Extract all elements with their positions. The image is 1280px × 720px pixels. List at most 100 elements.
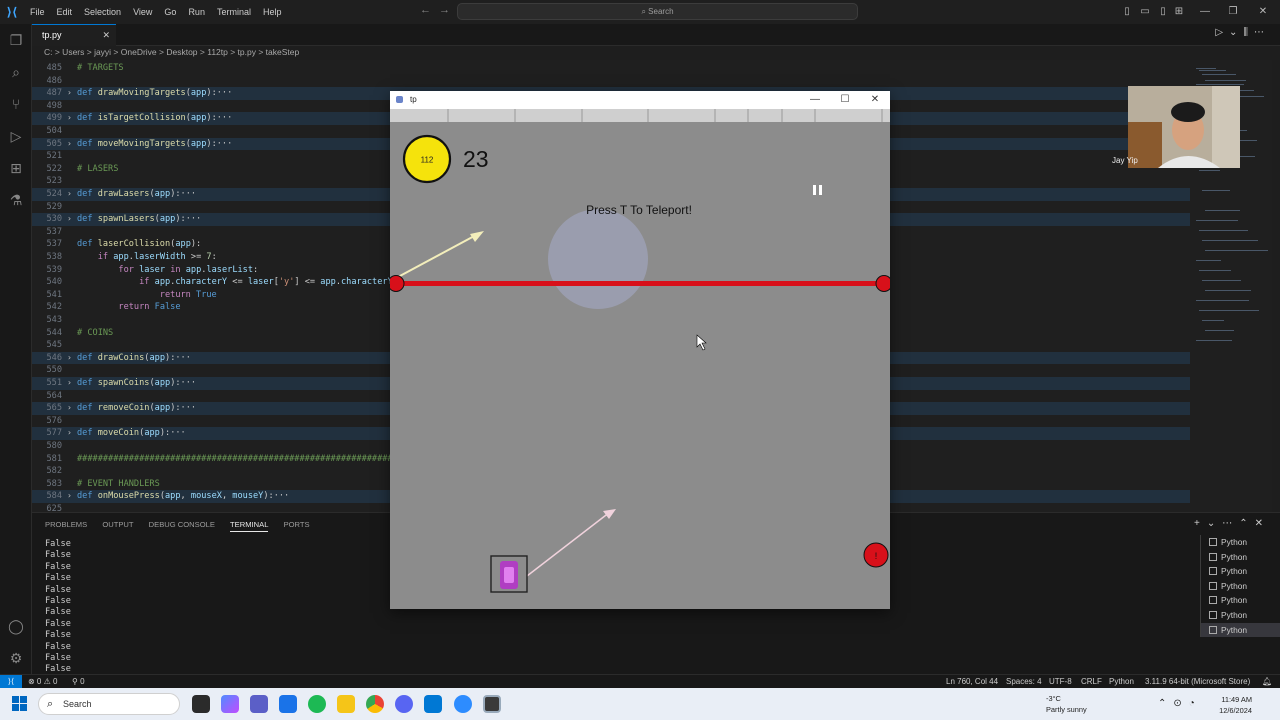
python-interpreter[interactable]: 3.11.9 64-bit (Microsoft Store)	[1145, 675, 1250, 688]
webcam-image	[1128, 86, 1240, 168]
run-debug-icon[interactable]: ▷	[6, 126, 26, 146]
tab-problems[interactable]: PROBLEMS	[45, 520, 87, 529]
discord-icon[interactable]	[395, 695, 413, 713]
minimap-line	[1202, 280, 1241, 281]
fold-chevron-icon[interactable]: ›	[67, 112, 72, 125]
zoom-icon[interactable]	[454, 695, 472, 713]
terminal-instance[interactable]: Python	[1200, 607, 1280, 623]
line-number: 521	[46, 151, 62, 162]
terminal-instance[interactable]: Python	[1200, 622, 1280, 638]
cursor-position[interactable]: Ln 760, Col 44	[946, 675, 998, 688]
chrome-icon[interactable]	[366, 695, 384, 713]
panel-action-icons[interactable]: +⌄⋯⌃✕	[1194, 518, 1270, 529]
close-icon[interactable]: ✕	[1250, 0, 1276, 24]
menu-help[interactable]: Help	[257, 7, 288, 17]
teams-icon[interactable]	[250, 695, 268, 713]
notifications-bell-icon[interactable]: 🔔︎	[1262, 675, 1272, 688]
terminal-icon	[1209, 625, 1217, 634]
menu-file[interactable]: File	[24, 7, 51, 17]
menu-view[interactable]: View	[127, 7, 158, 17]
menu-edit[interactable]: Edit	[51, 7, 79, 17]
line-number: 583	[46, 478, 62, 489]
explorer-icon[interactable]: ❐	[6, 30, 26, 50]
menu-run[interactable]: Run	[182, 7, 211, 17]
terminal-instance[interactable]: Python	[1200, 593, 1280, 608]
store-icon[interactable]	[279, 695, 297, 713]
tp-minimize-icon[interactable]: —	[800, 91, 830, 109]
code-line[interactable]: 485 # TARGETS	[32, 62, 1190, 75]
fold-chevron-icon[interactable]: ›	[67, 138, 72, 151]
task-view-icon[interactable]	[192, 695, 210, 713]
menu-terminal[interactable]: Terminal	[211, 7, 257, 17]
gear-icon[interactable]: ⚙	[6, 648, 26, 668]
line-number: 485	[46, 63, 62, 73]
spotify-icon[interactable]	[308, 695, 326, 713]
customize-layout-icon[interactable]: ⊞	[1166, 0, 1192, 24]
breadcrumb[interactable]: C: > Users > jayyi > OneDrive > Desktop …	[44, 47, 299, 57]
run-split-more-icons[interactable]: ▷⌄⫼⋯	[1215, 27, 1270, 38]
tp-titlebar[interactable]: tp — ☐ ✕	[390, 91, 890, 109]
encoding[interactable]: UTF-8	[1049, 675, 1072, 688]
terminal-instance[interactable]: Python	[1200, 535, 1280, 550]
tab-debug-console[interactable]: DEBUG CONSOLE	[149, 520, 215, 529]
python-app-icon[interactable]	[483, 695, 501, 713]
fold-chevron-icon[interactable]: ›	[67, 188, 72, 201]
remote-icon[interactable]: ⟩⟨	[0, 675, 22, 689]
weather-widget[interactable]: -3°C Partly sunny	[1030, 693, 1087, 715]
fold-chevron-icon[interactable]: ›	[67, 87, 72, 100]
terminal-line: False	[45, 653, 71, 664]
command-center-search[interactable]: ⌕ Search	[457, 3, 858, 20]
tp-close-icon[interactable]: ✕	[860, 91, 890, 109]
taskbar-search[interactable]: ⌕ Search	[38, 693, 180, 715]
fold-chevron-icon[interactable]: ›	[67, 377, 72, 390]
tab-tp-py[interactable]: tp.py ✕	[32, 24, 116, 46]
terminal-instance[interactable]: Python	[1200, 549, 1280, 565]
line-number: 625	[46, 504, 62, 512]
problems-status[interactable]: ⊗ 0 ⚠ 0	[28, 675, 57, 688]
system-tray-icons[interactable]: ⌃⊙◔	[1158, 698, 1202, 709]
search-icon[interactable]: ⌕	[6, 62, 26, 82]
clock[interactable]: 11:49 AM 12/6/2024	[1210, 694, 1252, 716]
tab-output[interactable]: OUTPUT	[102, 520, 133, 529]
line-number: 541	[46, 289, 62, 300]
extensions-icon[interactable]: ⊞	[6, 158, 26, 178]
minimap-line	[1202, 320, 1224, 321]
game-canvas[interactable]: 112 23 Press T To Teleport! !	[387, 109, 893, 609]
tab-close-icon[interactable]: ✕	[102, 25, 110, 46]
terminal-instance[interactable]: Python	[1200, 578, 1280, 594]
fold-chevron-icon[interactable]: ›	[67, 427, 72, 440]
windows-start-icon[interactable]	[12, 696, 28, 712]
language-mode[interactable]: Python	[1109, 675, 1134, 688]
fold-chevron-icon[interactable]: ›	[67, 352, 72, 365]
minimize-icon[interactable]: —	[1192, 0, 1218, 24]
tab-ports[interactable]: PORTS	[284, 520, 310, 529]
indentation[interactable]: Spaces: 4	[1006, 675, 1042, 688]
code-line[interactable]: 486	[32, 75, 1190, 88]
teleport-portal	[548, 209, 648, 309]
tp-maximize-icon[interactable]: ☐	[830, 91, 860, 109]
restore-icon[interactable]: ❐	[1220, 0, 1246, 24]
account-icon[interactable]: ◯	[6, 616, 26, 636]
line-number: 499	[46, 113, 62, 124]
fold-chevron-icon[interactable]: ›	[67, 402, 72, 415]
code-text: def drawCoins(app):···	[77, 352, 191, 363]
copilot-icon[interactable]	[221, 695, 239, 713]
nav-back-forward-icon[interactable]: ←→	[420, 4, 458, 16]
tab-terminal[interactable]: TERMINAL	[230, 520, 269, 532]
terminal-instance[interactable]: Python	[1200, 564, 1280, 579]
testing-icon[interactable]: ⚗	[6, 190, 26, 210]
menu-go[interactable]: Go	[158, 7, 182, 17]
minimap-line	[1199, 230, 1248, 231]
windows-taskbar: ⌕ Search -3°C Partly sunny ⌃⊙◔ 11:49 AM …	[0, 688, 1280, 720]
menu-selection[interactable]: Selection	[78, 7, 127, 17]
file-explorer-icon[interactable]	[337, 695, 355, 713]
fold-chevron-icon[interactable]: ›	[67, 490, 72, 503]
game-scene[interactable]: 112 23 Press T To Teleport! !	[387, 109, 893, 609]
terminal-output[interactable]: False False False False False False False False…	[45, 539, 71, 676]
line-endings[interactable]: CRLF	[1081, 675, 1102, 688]
fold-chevron-icon[interactable]: ›	[67, 213, 72, 226]
ports-status[interactable]: ⚲ 0	[72, 675, 85, 688]
vscode-taskbar-icon[interactable]	[424, 695, 442, 713]
source-control-icon[interactable]: ⑂	[6, 94, 26, 114]
code-text: # LASERS	[77, 163, 119, 174]
